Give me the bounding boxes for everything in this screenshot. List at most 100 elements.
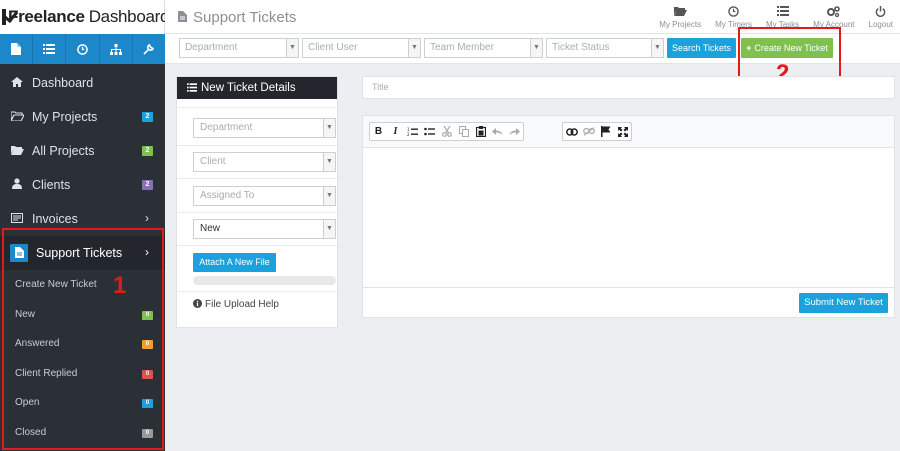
subnav-item-client-replied[interactable]: Client Replied 0 — [0, 358, 165, 388]
annotation-number: 1 — [113, 272, 127, 299]
top-link-my-timers[interactable]: My Timers — [708, 0, 759, 34]
flag-icon[interactable] — [597, 123, 614, 140]
top-link-my-tasks[interactable]: My Tasks — [759, 0, 806, 34]
department-filter[interactable]: Department ▼ — [179, 38, 299, 58]
sidebar-item-invoices[interactable]: Invoices › — [0, 202, 165, 236]
chevron-down-icon: ▼ — [323, 187, 335, 205]
sidebar-item-dashboard[interactable]: Dashboard — [0, 66, 165, 100]
paste-icon[interactable] — [472, 123, 489, 140]
bold-icon[interactable]: B — [370, 123, 387, 140]
list-icon[interactable] — [33, 34, 67, 64]
select-value: Client — [200, 156, 226, 167]
divider — [177, 291, 337, 292]
checkbox-logo-icon — [2, 9, 6, 25]
subnav-item-closed[interactable]: Closed 0 — [0, 417, 165, 447]
team-member-filter[interactable]: Team Member ▼ — [424, 38, 543, 58]
file-upload-help-link[interactable]: File Upload Help — [193, 299, 279, 310]
insert-group — [562, 122, 632, 141]
bullet-list-icon[interactable] — [421, 123, 438, 140]
count-badge: 0 — [142, 310, 153, 320]
chevron-down-icon: ▼ — [408, 39, 420, 57]
top-link-label: My Projects — [659, 19, 702, 29]
page-title-text: Support Tickets — [193, 9, 297, 26]
top-link-logout[interactable]: Logout — [862, 0, 900, 34]
format-group: B I 12 — [369, 122, 524, 141]
select-value: Client User — [308, 42, 358, 53]
count-badge: 2 — [142, 180, 153, 190]
invoice-icon — [10, 212, 24, 226]
document-icon[interactable] — [0, 34, 34, 64]
upload-progress-bar — [193, 276, 336, 285]
user-icon — [10, 178, 24, 192]
fullscreen-icon[interactable] — [614, 123, 631, 140]
chevron-down-icon: ▼ — [323, 119, 335, 137]
divider — [177, 178, 337, 179]
clock-icon[interactable] — [66, 34, 100, 64]
select-value: Assigned To — [200, 190, 255, 201]
attach-file-button[interactable]: Attach A New File — [193, 253, 276, 272]
subnav-item-label: Open — [15, 397, 40, 409]
create-new-ticket-button[interactable]: + Create New Ticket — [741, 38, 833, 58]
panel-title: New Ticket Details — [201, 82, 296, 94]
copy-icon[interactable] — [455, 123, 472, 140]
chevron-right-icon: › — [145, 245, 149, 259]
divider — [177, 245, 337, 246]
top-header: Support Tickets My Projects My Timers My… — [165, 0, 900, 34]
status-select[interactable]: New ▼ — [193, 219, 336, 239]
file-icon — [10, 244, 28, 262]
sidebar-item-label: My Projects — [32, 110, 98, 124]
chevron-down-icon: ▼ — [530, 39, 542, 57]
wrench-icon[interactable] — [133, 34, 165, 64]
redo-icon[interactable] — [506, 123, 523, 140]
sidebar-item-label: Clients — [32, 178, 71, 192]
chevron-down-icon: ▼ — [323, 153, 335, 171]
divider — [177, 107, 337, 108]
top-link-my-account[interactable]: My Account — [806, 0, 861, 34]
folder-open-icon — [673, 6, 687, 18]
submit-new-ticket-button[interactable]: Submit New Ticket — [799, 293, 888, 313]
message-editor: B I 12 Submit New Ticket — [362, 115, 895, 318]
link-icon[interactable] — [563, 123, 580, 140]
sidebar-item-my-projects[interactable]: My Projects 2 — [0, 100, 165, 134]
client-select[interactable]: Client ▼ — [193, 152, 336, 172]
client-user-filter[interactable]: Client User ▼ — [302, 38, 421, 58]
home-icon — [10, 76, 24, 90]
subnav-item-open[interactable]: Open 0 — [0, 388, 165, 418]
sidebar-item-clients[interactable]: Clients 2 — [0, 168, 165, 202]
sidebar: Freelance Dashboard Dashboard My Project… — [0, 0, 169, 451]
department-select[interactable]: Department ▼ — [193, 118, 336, 138]
count-badge: 0 — [142, 399, 153, 408]
sidebar-item-support-tickets[interactable]: Support Tickets › — [0, 236, 165, 270]
italic-icon[interactable]: I — [387, 123, 404, 140]
file-icon — [178, 10, 187, 25]
numbered-list-icon[interactable]: 12 — [404, 123, 421, 140]
gears-icon — [827, 5, 841, 18]
select-value: Department — [200, 122, 253, 133]
brand-name-rest: Dashboard — [88, 7, 170, 26]
undo-icon[interactable] — [489, 123, 506, 140]
title-input[interactable]: Title — [362, 76, 895, 99]
count-badge: 0 — [142, 340, 153, 349]
assigned-to-select[interactable]: Assigned To ▼ — [193, 186, 336, 206]
subnav-item-label: Closed — [15, 426, 47, 438]
title-placeholder: Title — [372, 82, 389, 92]
ticket-status-filter[interactable]: Ticket Status ▼ — [546, 38, 664, 58]
search-tickets-button[interactable]: Search Tickets — [667, 38, 736, 58]
sitemap-icon[interactable] — [100, 34, 133, 64]
folder-open-icon — [9, 110, 25, 124]
brand-logo[interactable]: Freelance Dashboard — [0, 0, 169, 34]
count-badge: 2 — [142, 112, 153, 122]
cut-icon[interactable] — [438, 123, 455, 140]
subnav-item-new[interactable]: New 0 — [0, 299, 165, 329]
subnav-item-create-new-ticket[interactable]: Create New Ticket — [0, 270, 165, 300]
power-icon — [875, 5, 886, 18]
create-new-ticket-label: Create New Ticket — [754, 43, 828, 53]
sidebar-item-all-projects[interactable]: All Projects 2 — [0, 134, 165, 168]
top-link-label: Logout — [868, 19, 893, 29]
list-icon — [187, 82, 197, 94]
page-title: Support Tickets — [178, 9, 296, 26]
top-link-my-projects[interactable]: My Projects — [652, 0, 708, 34]
unlink-icon[interactable] — [580, 123, 597, 140]
message-body-textarea[interactable] — [363, 148, 894, 288]
subnav-item-answered[interactable]: Answered 0 — [0, 329, 165, 359]
